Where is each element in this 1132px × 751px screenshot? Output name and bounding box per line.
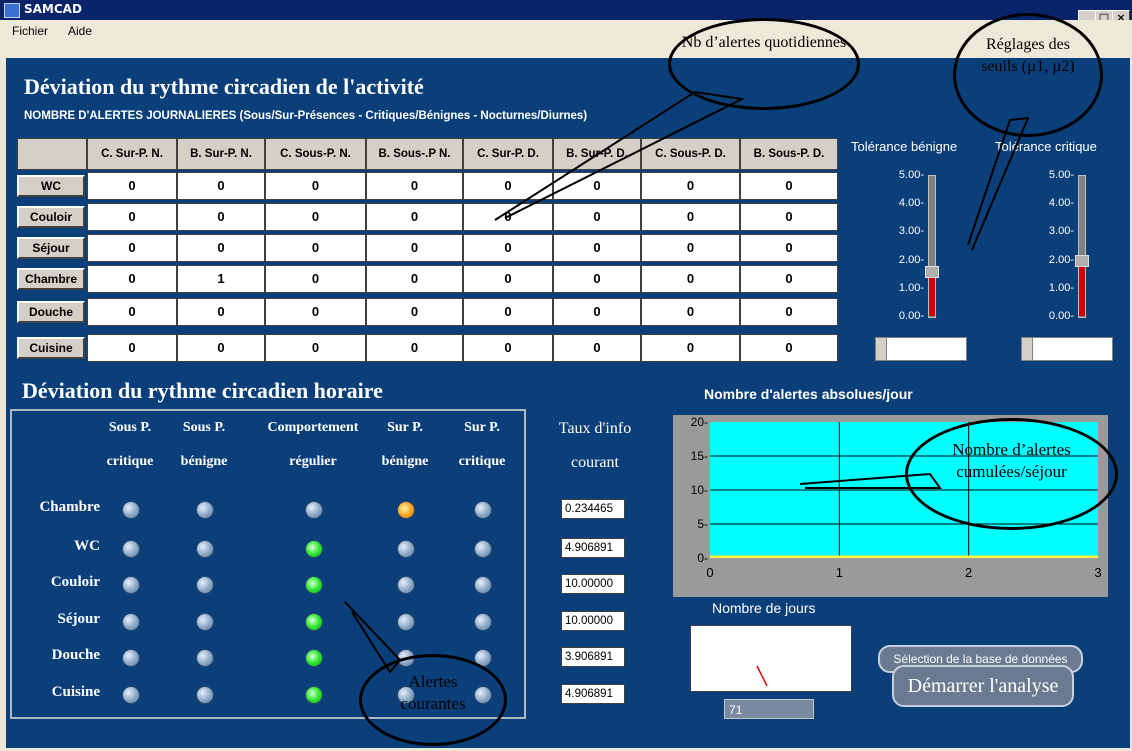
annotation-current-alerts: Alertes courantes [359,654,507,746]
annotation-lines [344,90,1030,674]
annotation-pointer-1 [494,90,746,221]
app-window: SAMCAD _ □ × Fichier Aide Déviation du r… [0,0,1132,751]
annotation-pointer-2 [967,116,1030,251]
annotation-cumulative-alerts: Nombre d’alertes cumulées/séjour [905,418,1118,530]
annotation-daily-alerts: Nb d’alertes quotidiennes [668,18,860,110]
annotation-thresholds: Réglages des seuils (µ1, µ2) [953,13,1103,137]
